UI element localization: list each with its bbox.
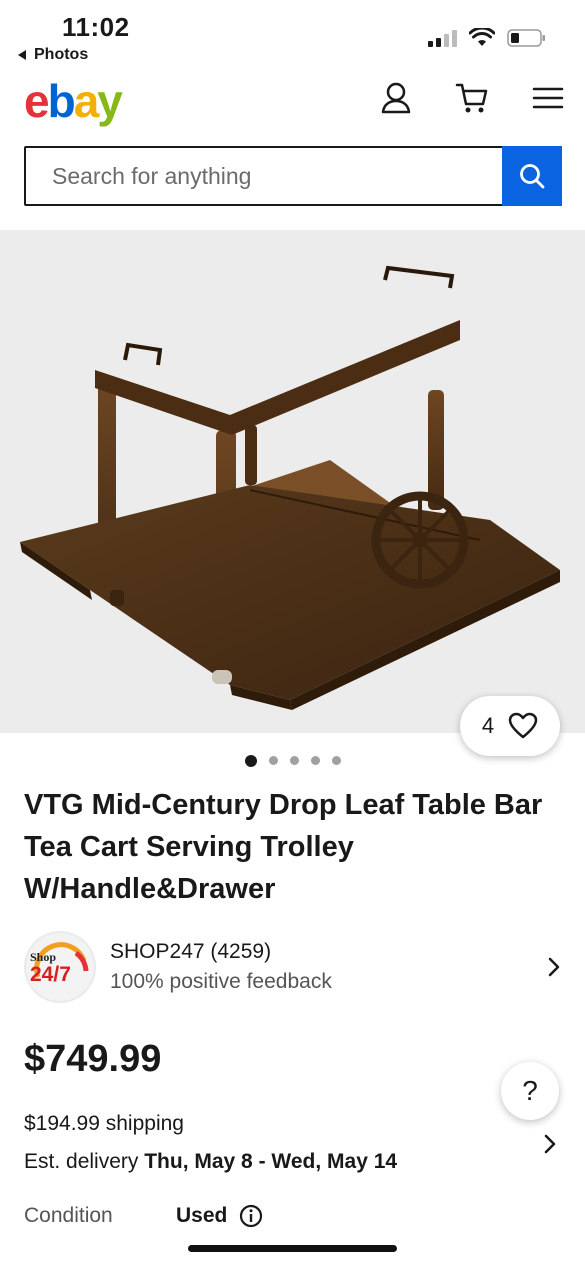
status-time: 11:02 xyxy=(62,12,130,42)
seller-logo-bottom: 24/7 xyxy=(30,963,71,986)
home-indicator[interactable] xyxy=(188,1245,397,1252)
search-input[interactable] xyxy=(26,148,502,204)
condition-value: Used xyxy=(176,1204,228,1227)
status-icons xyxy=(428,28,547,48)
seller-row[interactable]: Shop 24/7 SHOP247 (4259) 100% positive f… xyxy=(24,930,564,1004)
pagination-dot[interactable] xyxy=(268,756,278,765)
seller-name: SHOP247 (4259) xyxy=(110,940,272,963)
pagination-dot[interactable] xyxy=(244,755,257,767)
chevron-right-icon xyxy=(548,957,560,977)
search-icon xyxy=(520,164,545,189)
help-button[interactable]: ? xyxy=(501,1062,559,1120)
condition-label: Condition xyxy=(24,1204,113,1227)
pagination-dot[interactable] xyxy=(289,756,299,765)
back-label: Photos xyxy=(34,46,89,63)
help-label: ? xyxy=(522,1075,538,1106)
product-image[interactable] xyxy=(0,230,585,733)
condition-value-row: Used xyxy=(176,1204,263,1228)
delivery-dates: Thu, May 8 - Wed, May 14 xyxy=(144,1150,398,1173)
watch-button[interactable]: 4 xyxy=(460,696,560,756)
watch-count: 4 xyxy=(481,713,495,738)
heart-icon xyxy=(508,712,538,739)
tea-cart-image xyxy=(20,265,560,710)
item-title: VTG Mid-Century Drop Leaf Table Bar Tea … xyxy=(24,789,543,905)
delivery-prefix: Est. delivery xyxy=(24,1150,139,1173)
pagination-dot[interactable] xyxy=(331,756,341,765)
menu-icon[interactable] xyxy=(530,80,566,116)
seller-avatar: Shop 24/7 xyxy=(24,931,96,1003)
back-arrow-icon xyxy=(18,50,26,60)
search-bar xyxy=(24,146,562,206)
cart-icon[interactable] xyxy=(454,80,490,116)
shipping-cost: $194.99 shipping xyxy=(24,1112,184,1135)
back-to-photos[interactable]: Photos xyxy=(18,46,88,64)
signal-icon xyxy=(428,29,457,47)
seller-feedback: 100% positive feedback xyxy=(110,970,332,993)
wifi-icon xyxy=(469,28,495,46)
estimated-delivery: Est. delivery Thu, May 8 - Wed, May 14 xyxy=(24,1150,397,1174)
ebay-logo[interactable]: ebay xyxy=(24,74,123,128)
item-price: $749.99 xyxy=(24,1038,162,1080)
seller-logo-top: Shop xyxy=(30,950,56,964)
shipping-chevron-icon[interactable] xyxy=(540,1134,560,1154)
image-pagination xyxy=(0,755,585,767)
pagination-dot[interactable] xyxy=(310,756,320,765)
info-icon[interactable] xyxy=(239,1204,263,1228)
battery-icon xyxy=(507,29,545,47)
account-icon[interactable] xyxy=(378,80,414,116)
search-button[interactable] xyxy=(502,146,562,206)
